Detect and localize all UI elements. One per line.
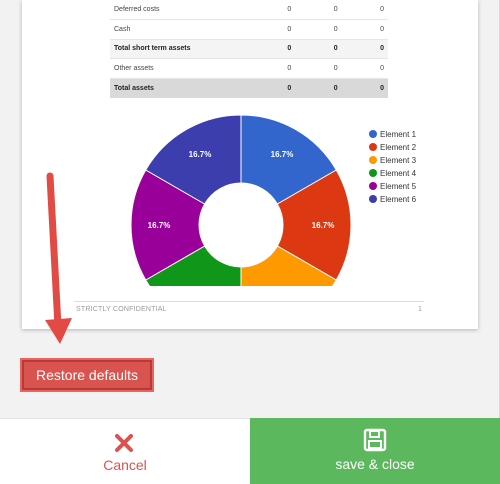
footer-divider bbox=[74, 301, 424, 302]
confidential-footer: STRICTLY CONFIDENTIAL bbox=[76, 306, 167, 313]
legend-marker bbox=[369, 143, 377, 151]
legend-label: Element 5 bbox=[380, 182, 417, 191]
cancel-label: Cancel bbox=[103, 457, 147, 473]
slice-data-label: 16.7% bbox=[189, 150, 212, 159]
slice-data-label: 16.7% bbox=[312, 221, 335, 230]
legend-label: Element 2 bbox=[380, 143, 417, 152]
floppy-disk-icon bbox=[363, 428, 387, 452]
restore-defaults-button[interactable]: Restore defaults bbox=[22, 360, 152, 390]
save-and-close-button[interactable]: save & close bbox=[250, 418, 500, 484]
legend-marker bbox=[369, 130, 377, 138]
page-number: 1 bbox=[418, 306, 422, 313]
legend-marker bbox=[369, 169, 377, 177]
legend-label: Element 6 bbox=[380, 195, 417, 204]
slice-data-label: 16.7% bbox=[271, 150, 294, 159]
legend-marker bbox=[369, 195, 377, 203]
preview-panel: Deferred costs 0 0 0 Cash 0 0 0 Total short term… bbox=[0, 0, 500, 418]
pie-chart: 16.7% 16.7% 16.7% 16.7% Element 1 Element 2 E… bbox=[130, 114, 417, 286]
slice-data-label: 16.7% bbox=[148, 221, 171, 230]
legend-label: Element 3 bbox=[380, 156, 417, 165]
cancel-button[interactable]: Cancel bbox=[0, 418, 250, 484]
save-and-close-label: save & close bbox=[335, 456, 415, 472]
legend-label: Element 4 bbox=[380, 169, 417, 178]
legend-marker bbox=[369, 182, 377, 190]
close-icon bbox=[115, 434, 133, 452]
legend-label: Element 1 bbox=[380, 130, 417, 139]
report-preview-page: Deferred costs 0 0 0 Cash 0 0 0 Total short term… bbox=[22, 0, 478, 329]
legend-marker bbox=[369, 156, 377, 164]
